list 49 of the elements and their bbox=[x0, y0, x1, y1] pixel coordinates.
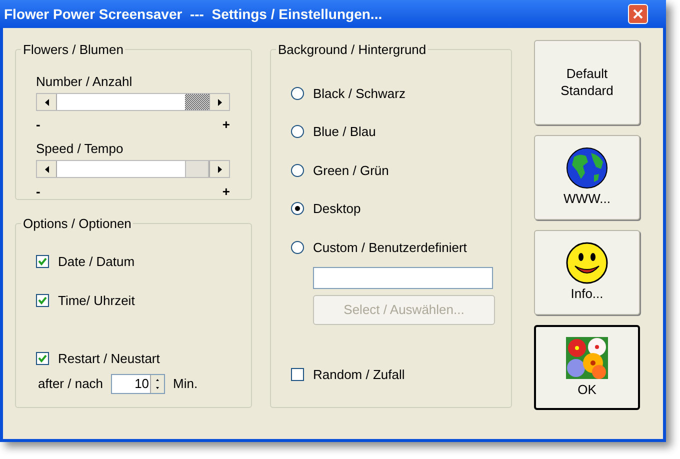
scrollbar[interactable] bbox=[36, 93, 230, 111]
minutes-spinner[interactable]: 10 bbox=[111, 374, 166, 394]
smiley-icon bbox=[566, 242, 608, 284]
radio-label: Black / Schwarz bbox=[313, 84, 406, 102]
scrollbar[interactable] bbox=[36, 160, 230, 178]
dialog-button[interactable]: Info... bbox=[534, 230, 640, 315]
right-arrow-icon[interactable] bbox=[218, 166, 222, 172]
dialog-button[interactable]: WWW... bbox=[534, 135, 640, 220]
min-label: - bbox=[36, 116, 40, 134]
group-title: Options / Optionen bbox=[22, 215, 132, 233]
radio-button[interactable] bbox=[291, 240, 304, 254]
close-icon bbox=[633, 9, 643, 19]
unit-label: Min. bbox=[173, 375, 198, 394]
group-title: Flowers / Blumen bbox=[22, 41, 124, 59]
flowers-icon bbox=[565, 336, 609, 380]
radio-label: Green / Grün bbox=[313, 162, 389, 180]
group-title: Background / Hintergrund bbox=[277, 41, 428, 59]
globe-icon bbox=[566, 147, 608, 190]
slider-label: Speed / Tempo bbox=[36, 140, 124, 158]
dialog-button[interactable]: OK bbox=[534, 325, 640, 410]
custom-color-field[interactable] bbox=[313, 267, 493, 289]
slider-thumb[interactable] bbox=[185, 161, 209, 177]
checkbox[interactable] bbox=[291, 368, 304, 382]
slider-thumb[interactable] bbox=[185, 94, 209, 110]
radio-label: Blue / Blau bbox=[313, 123, 376, 141]
checkbox-label: Time/ Uhrzeit bbox=[58, 292, 135, 310]
checkbox[interactable] bbox=[36, 294, 49, 308]
close-button[interactable] bbox=[628, 4, 648, 24]
radio-button[interactable] bbox=[291, 202, 304, 216]
after-label: after / nach bbox=[38, 375, 104, 394]
left-arrow-icon[interactable] bbox=[44, 166, 48, 172]
checkbox[interactable] bbox=[36, 352, 49, 365]
window-title: Flower Power Screensaver --- Settings / Einstellungen... bbox=[4, 4, 382, 24]
radio-label: Custom / Benutzerdefiniert bbox=[313, 238, 467, 256]
radio-button[interactable] bbox=[291, 164, 304, 177]
radio-button[interactable] bbox=[291, 125, 304, 138]
slider-label: Number / Anzahl bbox=[36, 72, 132, 90]
checkbox[interactable] bbox=[36, 254, 49, 268]
checkbox-label: Restart / Neustart bbox=[58, 350, 160, 368]
checkbox-label: Date / Datum bbox=[58, 252, 135, 270]
max-label: + bbox=[222, 183, 230, 201]
max-label: + bbox=[222, 116, 230, 134]
radio-label: Desktop bbox=[313, 200, 361, 218]
checkbox-label: Random / Zufall bbox=[313, 366, 405, 384]
left-arrow-icon[interactable] bbox=[44, 98, 48, 106]
dialog-button[interactable]: Default Standard bbox=[534, 40, 640, 125]
right-arrow-icon[interactable] bbox=[218, 98, 222, 106]
radio-button[interactable] bbox=[291, 86, 304, 100]
min-label: - bbox=[36, 183, 40, 201]
